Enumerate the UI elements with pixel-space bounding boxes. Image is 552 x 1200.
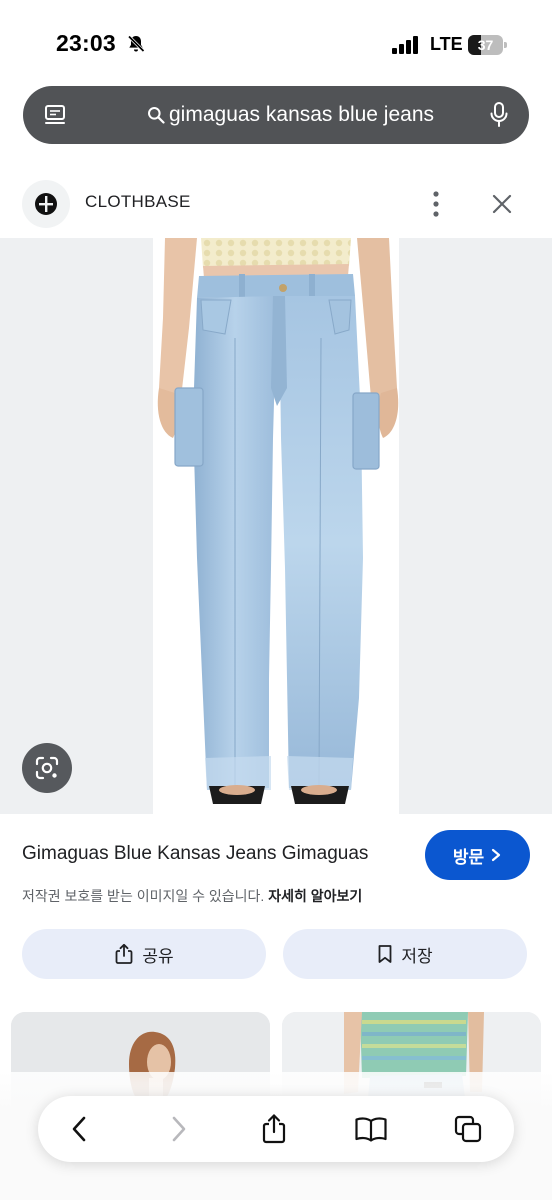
- more-vert-icon[interactable]: [426, 189, 446, 219]
- copyright-text: 저작권 보호를 받는 이미지일 수 있습니다.: [22, 888, 265, 904]
- share-icon: [115, 943, 133, 964]
- result-title[interactable]: Gimaguas Blue Kansas Jeans Gimaguas: [22, 843, 368, 865]
- chevron-right-icon: [492, 848, 501, 862]
- source-header: CLOTHBASE: [0, 175, 552, 235]
- status-bar: 23:03 LTE 37: [0, 0, 552, 86]
- battery-level: 37: [477, 37, 494, 53]
- product-image[interactable]: [153, 238, 399, 814]
- copyright-note: 저작권 보호를 받는 이미지일 수 있습니다. 자세히 알아보기: [22, 886, 362, 906]
- lens-search-icon: [35, 756, 59, 780]
- bookmarks-icon: [355, 1117, 387, 1142]
- search-icon: [148, 107, 165, 124]
- image-preview[interactable]: [0, 238, 552, 814]
- save-button[interactable]: 저장: [283, 929, 527, 979]
- tabs-button[interactable]: [448, 1109, 488, 1149]
- signal-icon: [392, 36, 418, 54]
- mic-icon[interactable]: [489, 102, 509, 128]
- save-label: 저장: [401, 946, 433, 966]
- back-button[interactable]: [60, 1109, 100, 1149]
- source-logo[interactable]: [22, 180, 70, 228]
- back-icon: [72, 1116, 86, 1142]
- forward-icon: [172, 1116, 186, 1142]
- clothbase-logo-icon: [35, 193, 57, 215]
- share-label: 공유: [142, 946, 174, 966]
- share-page-button[interactable]: [254, 1109, 294, 1149]
- share-icon: [262, 1114, 286, 1144]
- bookmark-icon: [378, 945, 392, 963]
- network-type: LTE: [430, 34, 463, 54]
- tab-switcher-icon[interactable]: [43, 103, 67, 127]
- visit-button-label: 방문: [452, 847, 485, 867]
- forward-button[interactable]: [158, 1109, 198, 1149]
- search-bar[interactable]: gimaguas kansas blue jeans: [23, 86, 529, 144]
- share-button[interactable]: 공유: [22, 929, 266, 979]
- search-query[interactable]: gimaguas kansas blue jeans: [169, 103, 434, 127]
- bell-slash-icon: [127, 35, 145, 53]
- bookmarks-button[interactable]: [351, 1109, 391, 1149]
- battery-icon: 37: [468, 35, 508, 55]
- learn-more-link[interactable]: 자세히 알아보기: [268, 888, 362, 904]
- tabs-icon: [454, 1115, 482, 1143]
- close-icon[interactable]: [490, 192, 514, 216]
- source-name[interactable]: CLOTHBASE: [85, 192, 191, 212]
- lens-button[interactable]: [22, 743, 72, 793]
- status-time: 23:03: [56, 30, 116, 56]
- browser-toolbar: [38, 1096, 514, 1162]
- visit-button[interactable]: 방문: [425, 830, 530, 880]
